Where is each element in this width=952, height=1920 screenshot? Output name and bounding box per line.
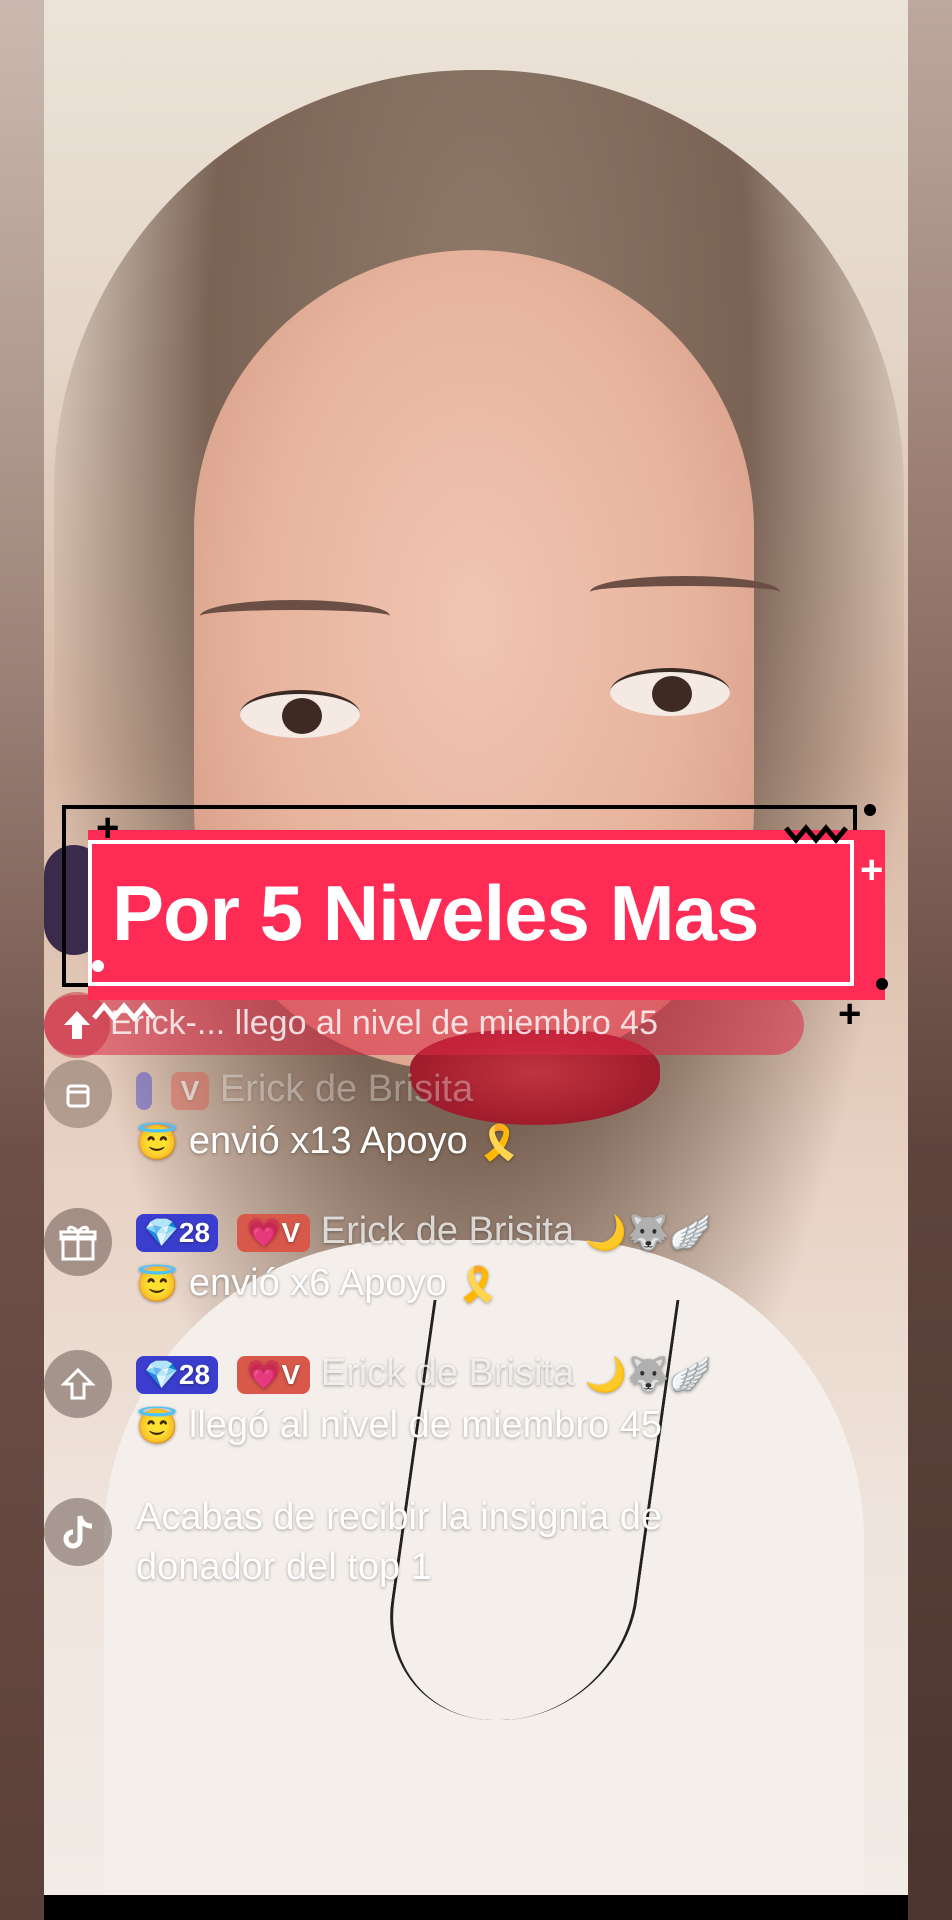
dot-decoration-icon: [92, 960, 104, 972]
right-blur-border: [908, 0, 952, 1920]
rocket-icon[interactable]: [44, 1060, 112, 1128]
left-eye: [240, 690, 360, 738]
moon-emoji-icon: 🌙🐺🪽: [584, 1213, 712, 1252]
chat-username[interactable]: Erick de Brisita: [321, 1352, 574, 1394]
halo-smile-emoji-icon: 😇: [136, 1265, 179, 1304]
tiktok-icon: [44, 1498, 112, 1566]
right-eye: [610, 668, 730, 716]
bottom-bar: [44, 1895, 908, 1920]
system-message-line-1: Acabas de recibir la insignia de: [136, 1496, 662, 1538]
fan-badge: 💗 V: [236, 1213, 311, 1252]
dot-decoration-icon: [864, 804, 876, 816]
gift-sticker-icon: 🎗️: [457, 1265, 500, 1304]
plus-decoration-icon: +: [860, 848, 884, 892]
left-eyebrow: [200, 600, 390, 632]
system-message-line-2: donador del top 1: [136, 1546, 432, 1588]
level-value: 28: [178, 1216, 211, 1248]
chat-message-text: envió x6 Apoyo: [188, 1262, 447, 1304]
level-up-notice-text: Erick-... llego al nivel de miembro 45: [110, 1004, 659, 1042]
level-badge: 💎 28: [136, 1213, 219, 1252]
moon-emoji-icon: 🌙🐺🪽: [584, 1355, 712, 1394]
plus-decoration-icon: +: [96, 806, 120, 850]
fan-badge-label: V: [281, 1216, 301, 1248]
fan-badge-label: V: [180, 1074, 200, 1106]
gift-icon[interactable]: [44, 1208, 112, 1276]
right-eyebrow: [590, 576, 780, 608]
level-value: 28: [178, 1358, 211, 1390]
level-badge: 💎 28: [136, 1355, 219, 1394]
chat-username[interactable]: Erick de Brisita: [321, 1210, 574, 1252]
chat-message-text: envió x13 Apoyo: [188, 1120, 468, 1162]
level-badge: [136, 1071, 152, 1110]
caption-text: Por 5 Niveles Mas: [112, 869, 759, 957]
chat-message-header: V Erick de Brisita: [136, 1068, 473, 1111]
fan-badge-label: V: [281, 1358, 301, 1390]
halo-smile-emoji-icon: 😇: [136, 1123, 179, 1162]
fan-badge: 💗 V: [236, 1355, 311, 1394]
live-stream-frame: Erick-... llego al nivel de miembro 45 P…: [0, 0, 952, 1920]
chat-message-header: 💎 28 💗 V Erick de Brisita 🌙🐺🪽: [136, 1210, 712, 1253]
plus-decoration-icon: +: [838, 992, 862, 1036]
left-blur-border: [0, 0, 44, 1920]
level-up-icon[interactable]: [44, 1350, 112, 1418]
chat-message-header: 💎 28 💗 V Erick de Brisita 🌙🐺🪽: [136, 1352, 712, 1395]
dot-decoration-icon: [876, 978, 888, 990]
chat-message: 😇 envió x13 Apoyo 🎗️: [136, 1120, 521, 1163]
fan-badge: V: [170, 1071, 210, 1110]
gift-sticker-icon: 🎗️: [478, 1123, 521, 1162]
halo-smile-emoji-icon: 😇: [136, 1407, 179, 1446]
chat-username[interactable]: Erick de Brisita: [220, 1068, 473, 1110]
chat-message-text: llegó al nivel de miembro 45: [188, 1404, 663, 1446]
chat-message: 😇 envió x6 Apoyo 🎗️: [136, 1262, 500, 1305]
chat-message: 😇 llegó al nivel de miembro 45: [136, 1404, 662, 1447]
zigzag-decoration-icon: [92, 1002, 156, 1022]
zigzag-decoration-icon: [784, 824, 848, 844]
